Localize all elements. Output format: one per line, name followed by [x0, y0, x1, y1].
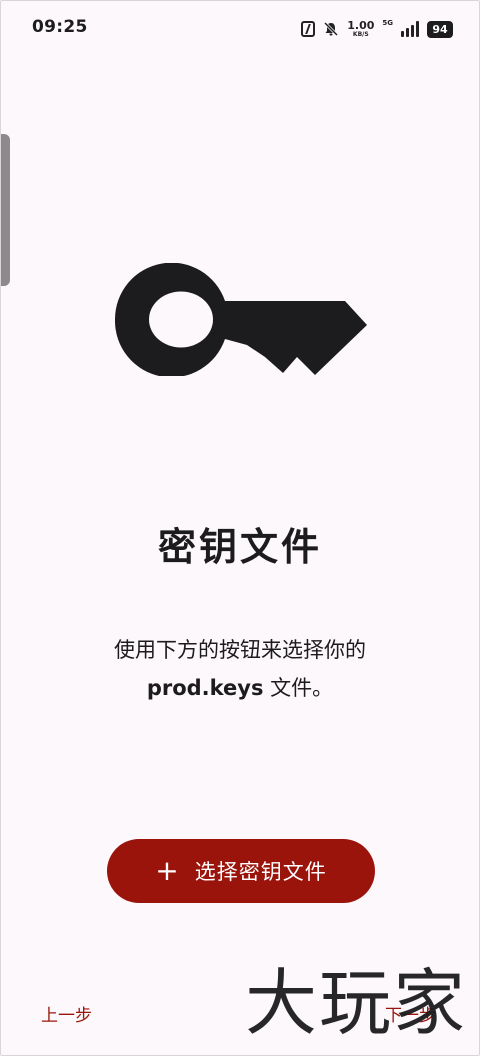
- description-suffix: 文件。: [263, 676, 334, 700]
- network-type: 5G: [382, 19, 393, 27]
- page-title: 密钥文件: [157, 525, 322, 569]
- key-icon: [115, 263, 367, 376]
- network-speed: 1.00 KB/S: [347, 20, 374, 38]
- status-bar: 09:25 1.00 KB/S 5G 94: [1, 1, 479, 57]
- status-icons: 1.00 KB/S 5G 94: [301, 17, 453, 41]
- description-line-1: 使用下方的按钮来选择你的: [114, 638, 366, 662]
- side-drawer-handle[interactable]: [1, 134, 10, 286]
- bell-off-icon: [324, 21, 339, 37]
- plus-icon: +: [155, 854, 179, 887]
- watermark: 大玩家: [245, 961, 468, 1045]
- description-filename: prod.keys: [146, 676, 264, 700]
- nfc-icon: [301, 21, 316, 37]
- description-line-2: prod.keys 文件。: [41, 669, 439, 707]
- battery-level: 94: [427, 20, 453, 38]
- network-speed-value: 1.00: [347, 19, 375, 32]
- status-time: 09:25: [32, 17, 88, 37]
- previous-step-button[interactable]: 上一步: [41, 1001, 92, 1026]
- signal-icon: [401, 21, 419, 37]
- description: 使用下方的按钮来选择你的 prod.keys 文件。: [41, 631, 439, 707]
- app-screen: 09:25 1.00 KB/S 5G 94 密钥文件 使用下方的按钮来选择你的 …: [0, 0, 480, 1056]
- network-speed-unit: KB/S: [352, 31, 369, 38]
- select-key-file-label: 选择密钥文件: [194, 860, 327, 884]
- select-key-file-button[interactable]: + 选择密钥文件: [107, 839, 375, 903]
